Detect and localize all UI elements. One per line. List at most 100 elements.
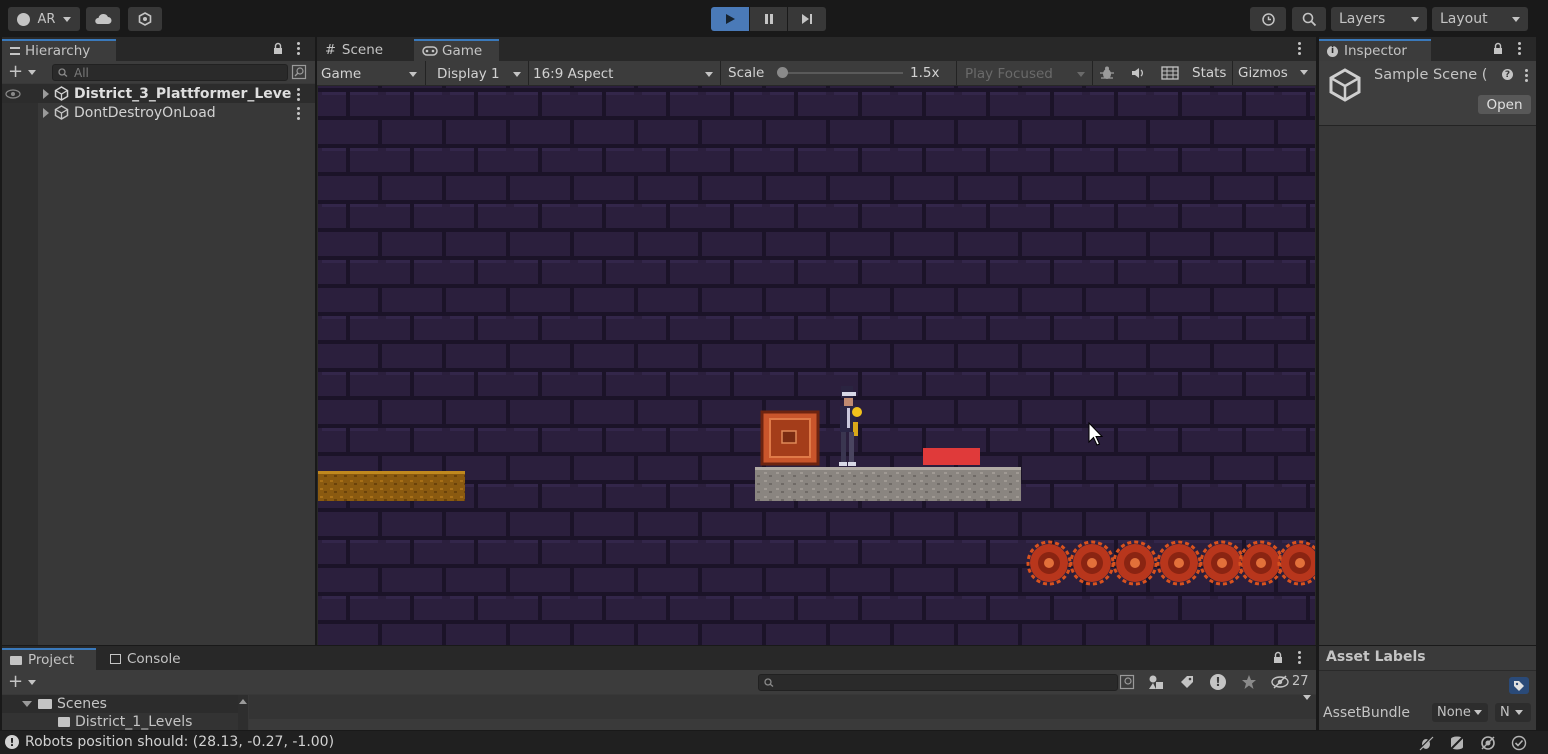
hidden-packages-toggle[interactable]: 27 [1271,674,1309,689]
step-icon [802,14,812,24]
play-button[interactable] [711,7,749,31]
filter-type-icon[interactable] [1148,674,1164,690]
pause-button[interactable] [750,7,787,31]
audio-icon[interactable] [1130,66,1146,80]
asset-variant-select[interactable]: N [1495,703,1531,722]
play-icon [726,14,735,24]
hierarchy-item[interactable]: District_3_Plattformer_Leve [2,84,315,103]
help-icon[interactable]: ? [1502,69,1513,80]
project-menu-icon[interactable] [1298,651,1302,666]
history-button[interactable] [1250,7,1286,31]
tree-item-label: District_1_Levels [75,714,193,730]
auto-generate-lighting-icon[interactable] [1480,735,1496,751]
inspector-menu-icon[interactable] [1518,42,1522,57]
item-menu-icon[interactable] [297,88,301,103]
tab-hierarchy[interactable]: Hierarchy [2,39,116,61]
debug-mode-icon[interactable] [1418,735,1434,751]
tab-inspector[interactable]: i Inspector [1319,39,1431,61]
open-button[interactable]: Open [1478,95,1531,114]
step-button[interactable] [788,7,826,31]
stats-button[interactable]: Stats [1192,65,1226,81]
expand-arrow-icon[interactable] [43,88,49,99]
hidden-count: 27 [1292,674,1309,689]
tree-item-district-1-levels[interactable]: District_1_Levels [58,714,192,730]
layout-label: Layout [1440,11,1488,27]
info-icon: i [1327,45,1338,57]
aspect-select[interactable]: 16:9 Aspect [529,63,719,85]
cache-server-icon[interactable] [1449,735,1465,751]
tree-item-scenes[interactable]: Scenes [22,696,107,712]
tree-scrollbar[interactable] [238,695,248,730]
game-menu-icon[interactable] [1298,42,1302,57]
create-button[interactable]: + [8,63,42,81]
game-tab-label: Game [442,43,483,59]
game-tabbar: # Scene Game [317,37,1316,61]
warning-filter-icon[interactable]: ! [1210,674,1226,690]
tab-console[interactable]: Console [102,648,194,670]
services-button[interactable] [128,7,162,31]
search-icon [1302,12,1316,26]
scale-slider-track[interactable] [779,72,903,74]
scene-search-button[interactable] [291,64,307,80]
folder-icon [10,655,22,665]
game-scene [318,86,1315,645]
bug-icon[interactable] [1099,65,1115,81]
filter-label-icon[interactable] [1179,674,1195,690]
inspector-asset-menu-icon[interactable] [1525,69,1529,84]
asset-bundle-label: AssetBundle [1323,705,1411,721]
game-view-panel: # Scene Game Game Display 1 16:9 Aspect … [317,37,1316,645]
hierarchy-tab-label: Hierarchy [25,43,91,59]
divider [956,61,957,85]
star-icon[interactable] [1241,674,1257,690]
lock-icon[interactable] [1493,42,1503,55]
hierarchy-item[interactable]: DontDestroyOnLoad [2,103,315,122]
lock-icon[interactable] [1273,651,1283,664]
lock-icon[interactable] [273,42,283,55]
chevron-down-icon [28,679,37,685]
search-scene-icon [291,64,307,80]
tab-scene[interactable]: # Scene [317,39,413,61]
asset-bundle-value: None [1437,705,1471,720]
hash-icon: # [325,42,336,58]
search-scene-icon[interactable] [1119,674,1135,690]
layers-dropdown[interactable]: Layers [1331,7,1427,31]
game-canvas[interactable] [318,86,1315,645]
expand-arrow-icon[interactable] [43,107,49,118]
tab-game[interactable]: Game [414,39,499,61]
tab-project[interactable]: Project [2,648,96,670]
gizmos-dropdown-icon[interactable] [1300,70,1308,75]
divider [720,61,721,85]
cloud-button[interactable] [86,7,120,31]
label-tag-button[interactable] [1509,677,1529,694]
view-select[interactable]: Game [317,63,423,85]
account-dropdown[interactable]: AR [8,7,80,31]
expand-arrow-icon[interactable] [22,701,32,707]
tag-icon [1514,680,1524,691]
asset-list-scroll-icon[interactable] [1303,695,1313,703]
item-menu-icon[interactable] [297,107,301,122]
gizmos-button[interactable]: Gizmos [1238,65,1288,81]
grid-icon[interactable] [1161,66,1179,80]
display-select[interactable]: Display 1 [429,63,527,85]
chevron-down-icon [1077,72,1085,77]
asset-bundle-select[interactable]: None [1432,703,1488,722]
create-button[interactable]: + [8,673,42,691]
chevron-down-icon [1473,710,1482,715]
scene-tab-label: Scene [341,42,384,58]
hierarchy-menu-icon[interactable] [297,42,301,57]
main-toolbar: AR Layers Layout [0,0,1548,36]
search-button[interactable] [1292,7,1326,31]
scale-slider-handle[interactable] [777,67,788,78]
inspector-tabbar: i Inspector [1319,37,1536,61]
chevron-down-icon [28,69,37,75]
project-search-input[interactable] [758,674,1118,691]
status-message[interactable]: Robots position should: (28.13, -0.27, -… [25,734,334,750]
gamepad-icon [422,46,438,56]
play-mode-select[interactable]: Play Focused [961,63,1091,85]
chevron-down-icon [1411,16,1419,22]
breadcrumb-bar [249,719,1316,730]
progress-check-icon[interactable] [1511,735,1527,751]
hierarchy-search-input[interactable]: All [52,64,288,81]
layout-dropdown[interactable]: Layout [1432,7,1528,31]
settings-hex-icon [138,12,152,26]
